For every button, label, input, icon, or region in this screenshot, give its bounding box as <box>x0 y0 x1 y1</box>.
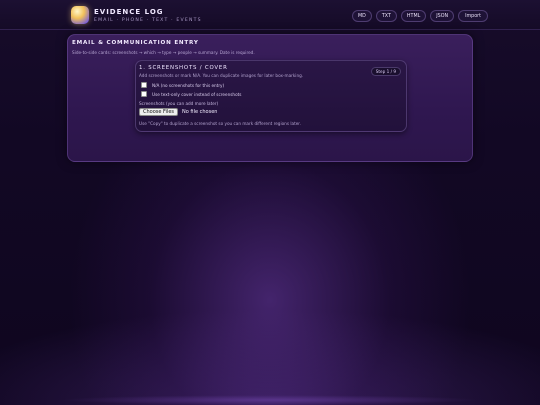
step-title: 1. SCREENSHOTS / COVER <box>139 65 228 71</box>
na-checkbox[interactable] <box>141 82 147 88</box>
text-cover-checkbox[interactable] <box>141 91 147 97</box>
choose-files-button[interactable]: Choose Files <box>139 108 179 116</box>
export-txt-button[interactable]: TXT <box>375 10 397 22</box>
entry-subtitle: Side-to-side cards: screenshots → which … <box>72 50 255 55</box>
step-badge: Step 1 / 9 <box>370 67 401 76</box>
text-cover-label: Use text-only cover instead of screensho… <box>152 91 242 97</box>
export-md-button[interactable]: MD <box>352 10 372 22</box>
export-json-button[interactable]: JSON <box>430 10 455 22</box>
step-description: Add screenshots or mark N/A. You can dup… <box>139 73 304 78</box>
top-bar: EVIDENCE LOG EMAIL · PHONE · TEXT · EVEN… <box>0 0 540 30</box>
export-html-button[interactable]: HTML <box>400 10 427 22</box>
screenshots-file-input[interactable]: Choose Files No file chosen <box>139 108 217 116</box>
screenshots-step-card: 1. SCREENSHOTS / COVER Step 1 / 9 Add sc… <box>135 60 407 132</box>
entry-title: EMAIL & COMMUNICATION ENTRY <box>72 40 199 46</box>
bottom-glow <box>60 395 480 405</box>
text-cover-option[interactable]: Use text-only cover instead of screensho… <box>141 91 241 97</box>
na-label: N/A (no screenshots for this entry) <box>152 82 225 88</box>
screenshots-field-label: Screenshots (you can add more later) <box>139 101 219 106</box>
export-toolbar: MD TXT HTML JSON Import <box>352 10 489 22</box>
copy-hint: Use "Copy" to duplicate a screenshot so … <box>139 121 301 126</box>
app-logo <box>71 6 89 24</box>
na-option[interactable]: N/A (no screenshots for this entry) <box>141 82 224 88</box>
import-button[interactable]: Import <box>458 10 489 22</box>
file-status: No file chosen <box>182 109 218 115</box>
app-subtitle: EMAIL · PHONE · TEXT · EVENTS <box>94 18 202 23</box>
app-title: EVIDENCE LOG <box>94 8 164 16</box>
entry-panel: EMAIL & COMMUNICATION ENTRY Side-to-side… <box>67 34 473 162</box>
